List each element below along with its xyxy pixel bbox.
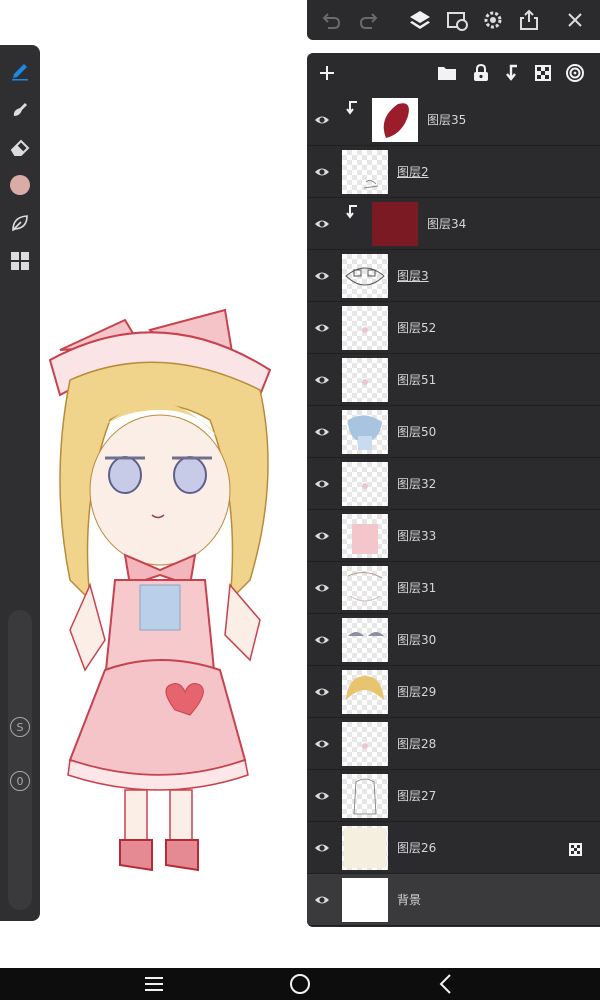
visibility-eye-icon[interactable]: [312, 838, 332, 858]
layer-row[interactable]: 图层31: [307, 562, 600, 614]
layer-row[interactable]: 图层30: [307, 614, 600, 666]
merge-down-icon[interactable]: [499, 60, 525, 86]
layer-thumbnail[interactable]: [342, 670, 388, 714]
layer-name[interactable]: 图层51: [397, 371, 436, 388]
layer-row[interactable]: 图层51: [307, 354, 600, 406]
visibility-eye-icon[interactable]: [312, 630, 332, 650]
leaf-icon[interactable]: [6, 209, 34, 237]
settings-icon[interactable]: [479, 6, 507, 34]
layers-header: [307, 53, 600, 93]
clipping-mask-icon: [345, 100, 363, 118]
visibility-eye-icon[interactable]: [312, 734, 332, 754]
redo-icon[interactable]: [355, 6, 383, 34]
gallery-icon[interactable]: [6, 247, 34, 275]
layer-name[interactable]: 图层33: [397, 527, 436, 544]
layer-row[interactable]: 图层3: [307, 250, 600, 302]
layer-thumbnail[interactable]: [342, 618, 388, 662]
visibility-eye-icon[interactable]: [312, 682, 332, 702]
menu-icon[interactable]: [142, 972, 166, 996]
visibility-eye-icon[interactable]: [312, 162, 332, 182]
clipping-mask-icon: [345, 204, 363, 222]
folder-icon[interactable]: [434, 60, 460, 86]
system-nav-bar: [0, 968, 600, 1000]
left-toolbar: S 0: [0, 45, 40, 921]
color-swatch[interactable]: [6, 171, 34, 199]
spiral-icon[interactable]: [562, 60, 588, 86]
close-icon[interactable]: [561, 6, 589, 34]
home-icon[interactable]: [288, 972, 312, 996]
layer-name[interactable]: 图层26: [397, 839, 436, 856]
visibility-eye-icon[interactable]: [312, 318, 332, 338]
layer-name[interactable]: 图层35: [427, 111, 466, 128]
visibility-eye-icon[interactable]: [312, 370, 332, 390]
smudge-icon[interactable]: [6, 95, 34, 123]
layer-row[interactable]: 图层34: [307, 198, 600, 250]
layer-row[interactable]: 图层52: [307, 302, 600, 354]
transform-icon[interactable]: [443, 6, 471, 34]
layer-thumbnail[interactable]: [342, 358, 388, 402]
alpha-lock-icon[interactable]: [569, 841, 582, 856]
visibility-eye-icon[interactable]: [312, 266, 332, 286]
layer-name[interactable]: 图层31: [397, 579, 436, 596]
size-badge[interactable]: S: [10, 717, 30, 737]
visibility-eye-icon[interactable]: [312, 214, 332, 234]
layer-row[interactable]: 图层28: [307, 718, 600, 770]
back-icon[interactable]: [434, 972, 458, 996]
layer-row[interactable]: 图层27: [307, 770, 600, 822]
layer-name[interactable]: 图层34: [427, 215, 466, 232]
layer-thumbnail[interactable]: [342, 878, 388, 922]
layer-thumbnail[interactable]: [342, 410, 388, 454]
add-layer-icon[interactable]: [314, 60, 340, 86]
layer-thumbnail[interactable]: [342, 566, 388, 610]
top-toolbar: [307, 0, 600, 40]
layer-name[interactable]: 图层52: [397, 319, 436, 336]
visibility-eye-icon[interactable]: [312, 578, 332, 598]
layer-list: 图层35 图层2 图层34 图层3 图层52 图层51 图层50 图层32 图层33 图层31 图层…: [307, 94, 600, 926]
visibility-eye-icon[interactable]: [312, 422, 332, 442]
layer-row[interactable]: 图层35: [307, 94, 600, 146]
layer-thumbnail[interactable]: [342, 462, 388, 506]
layer-thumbnail[interactable]: [342, 254, 388, 298]
layer-thumbnail[interactable]: [342, 722, 388, 766]
artwork: [48, 308, 272, 872]
layer-thumbnail[interactable]: [342, 150, 388, 194]
undo-icon[interactable]: [317, 6, 345, 34]
brush-slider[interactable]: [8, 610, 32, 910]
visibility-eye-icon[interactable]: [312, 890, 332, 910]
layer-row[interactable]: 图层26: [307, 822, 600, 874]
transparency-icon[interactable]: [530, 60, 556, 86]
layer-name[interactable]: 图层32: [397, 475, 436, 492]
layer-row[interactable]: 图层33: [307, 510, 600, 562]
opacity-badge[interactable]: 0: [10, 771, 30, 791]
visibility-eye-icon[interactable]: [312, 526, 332, 546]
layer-name[interactable]: 图层27: [397, 787, 436, 804]
eraser-icon[interactable]: [6, 133, 34, 161]
lock-icon[interactable]: [468, 60, 494, 86]
layer-name[interactable]: 图层30: [397, 631, 436, 648]
visibility-eye-icon[interactable]: [312, 110, 332, 130]
layer-name[interactable]: 图层28: [397, 735, 436, 752]
layer-thumbnail[interactable]: [342, 306, 388, 350]
layer-thumbnail[interactable]: [342, 514, 388, 558]
layer-thumbnail[interactable]: [342, 774, 388, 818]
layer-thumbnail[interactable]: [372, 98, 418, 142]
layer-row[interactable]: 图层32: [307, 458, 600, 510]
layer-thumbnail[interactable]: [372, 202, 418, 246]
layer-name[interactable]: 图层2: [397, 163, 429, 180]
layer-row[interactable]: 背景: [307, 874, 600, 926]
layer-name[interactable]: 图层50: [397, 423, 436, 440]
layers-icon[interactable]: [406, 6, 434, 34]
layer-row[interactable]: 图层29: [307, 666, 600, 718]
layer-row[interactable]: 图层2: [307, 146, 600, 198]
layers-panel: 图层35 图层2 图层34 图层3 图层52 图层51 图层50 图层32 图层33 图层31 图层…: [307, 53, 600, 927]
layer-name[interactable]: 图层3: [397, 267, 429, 284]
layer-name[interactable]: 背景: [397, 891, 421, 908]
visibility-eye-icon[interactable]: [312, 786, 332, 806]
layer-row[interactable]: 图层50: [307, 406, 600, 458]
brush-icon[interactable]: [6, 57, 34, 85]
visibility-eye-icon[interactable]: [312, 474, 332, 494]
layer-name[interactable]: 图层29: [397, 683, 436, 700]
share-icon[interactable]: [515, 6, 543, 34]
layer-thumbnail[interactable]: [342, 826, 388, 870]
